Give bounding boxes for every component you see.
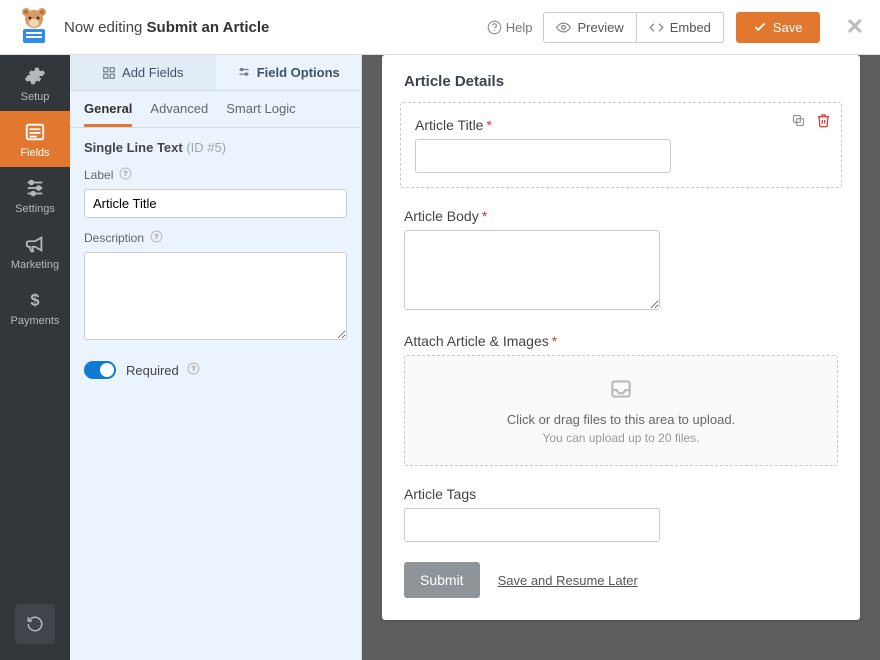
field-label-input[interactable] — [84, 189, 347, 218]
grid-icon — [102, 66, 116, 80]
sidepanel-tabs: Add Fields Field Options — [70, 55, 361, 91]
history-icon — [26, 615, 44, 633]
gear-icon — [24, 65, 46, 87]
file-upload-dropzone[interactable]: Click or drag files to this area to uplo… — [404, 355, 838, 466]
side-panel: Add Fields Field Options General Advance… — [70, 55, 362, 660]
form-preview: Article Details Article Title* Article B… — [382, 55, 860, 620]
upload-text-primary: Click or drag files to this area to uplo… — [425, 412, 817, 427]
help-icon[interactable]: ? — [150, 230, 163, 246]
sliders-icon — [24, 177, 46, 199]
subtab-general[interactable]: General — [84, 101, 132, 127]
trash-icon[interactable] — [816, 113, 831, 128]
save-resume-link[interactable]: Save and Resume Later — [498, 573, 638, 588]
embed-button[interactable]: Embed — [636, 12, 724, 43]
field-article-body[interactable]: Article Body* — [404, 208, 838, 313]
submit-button[interactable]: Submit — [404, 562, 480, 598]
left-rail: Setup Fields Settings Marketing $ Paymen… — [0, 55, 70, 660]
field-description-input[interactable] — [84, 252, 347, 340]
preview-button[interactable]: Preview — [543, 12, 636, 43]
fields-icon — [24, 121, 46, 143]
rail-history-button[interactable] — [15, 604, 55, 644]
code-icon — [649, 20, 664, 35]
section-heading: Article Details — [404, 73, 838, 90]
required-toggle-label: Required — [126, 363, 179, 378]
rail-marketing[interactable]: Marketing — [0, 223, 70, 279]
help-button[interactable]: Help — [487, 20, 533, 35]
preview-embed-group: Preview Embed — [544, 12, 723, 43]
field-label: Attach Article & Images* — [404, 333, 838, 349]
article-title-input[interactable] — [415, 139, 671, 173]
rail-setup[interactable]: Setup — [0, 55, 70, 111]
subtab-advanced[interactable]: Advanced — [150, 101, 208, 127]
help-icon — [487, 20, 502, 35]
rail-payments[interactable]: $ Payments — [0, 279, 70, 335]
field-options-subtabs: General Advanced Smart Logic — [70, 91, 361, 128]
field-label: Article Tags — [404, 486, 838, 502]
svg-text:?: ? — [124, 171, 128, 178]
field-attach-files[interactable]: Attach Article & Images* Click or drag f… — [404, 333, 838, 466]
top-toolbar: Now editing Submit an Article Help Previ… — [0, 0, 880, 55]
save-button[interactable]: Save — [736, 12, 820, 43]
upload-text-secondary: You can upload up to 20 files. — [425, 431, 817, 445]
editing-label: Now editing Submit an Article — [64, 19, 269, 36]
svg-text:?: ? — [191, 366, 195, 373]
rail-settings[interactable]: Settings — [0, 167, 70, 223]
svg-text:?: ? — [155, 234, 159, 241]
tab-add-fields[interactable]: Add Fields — [70, 55, 216, 90]
rail-fields[interactable]: Fields — [0, 111, 70, 167]
article-body-input[interactable] — [404, 230, 660, 310]
close-button[interactable]: ✕ — [842, 14, 868, 40]
brand-logo — [12, 7, 56, 47]
field-label: Article Title* — [415, 117, 827, 133]
label-for-label: Label ? — [84, 167, 347, 183]
field-article-title[interactable]: Article Title* — [400, 102, 842, 188]
field-label: Article Body* — [404, 208, 838, 224]
svg-text:$: $ — [30, 292, 39, 310]
help-icon[interactable]: ? — [187, 362, 200, 378]
form-preview-canvas: Article Details Article Title* Article B… — [362, 55, 880, 660]
eye-icon — [556, 20, 571, 35]
check-icon — [753, 20, 767, 34]
field-article-tags[interactable]: Article Tags — [404, 486, 838, 542]
sliders-icon — [237, 66, 251, 80]
subtab-smart-logic[interactable]: Smart Logic — [226, 101, 295, 127]
inbox-icon — [608, 376, 634, 402]
required-toggle-row: Required ? — [84, 361, 347, 379]
field-row-tools — [791, 113, 831, 128]
field-type-heading: Single Line Text (ID #5) — [84, 140, 347, 155]
tab-field-options[interactable]: Field Options — [216, 55, 362, 90]
megaphone-icon — [24, 233, 46, 255]
required-toggle[interactable] — [84, 361, 116, 379]
article-tags-input[interactable] — [404, 508, 660, 542]
dollar-icon: $ — [24, 289, 46, 311]
label-for-description: Description ? — [84, 230, 347, 246]
duplicate-icon[interactable] — [791, 113, 806, 128]
help-icon[interactable]: ? — [119, 167, 132, 183]
